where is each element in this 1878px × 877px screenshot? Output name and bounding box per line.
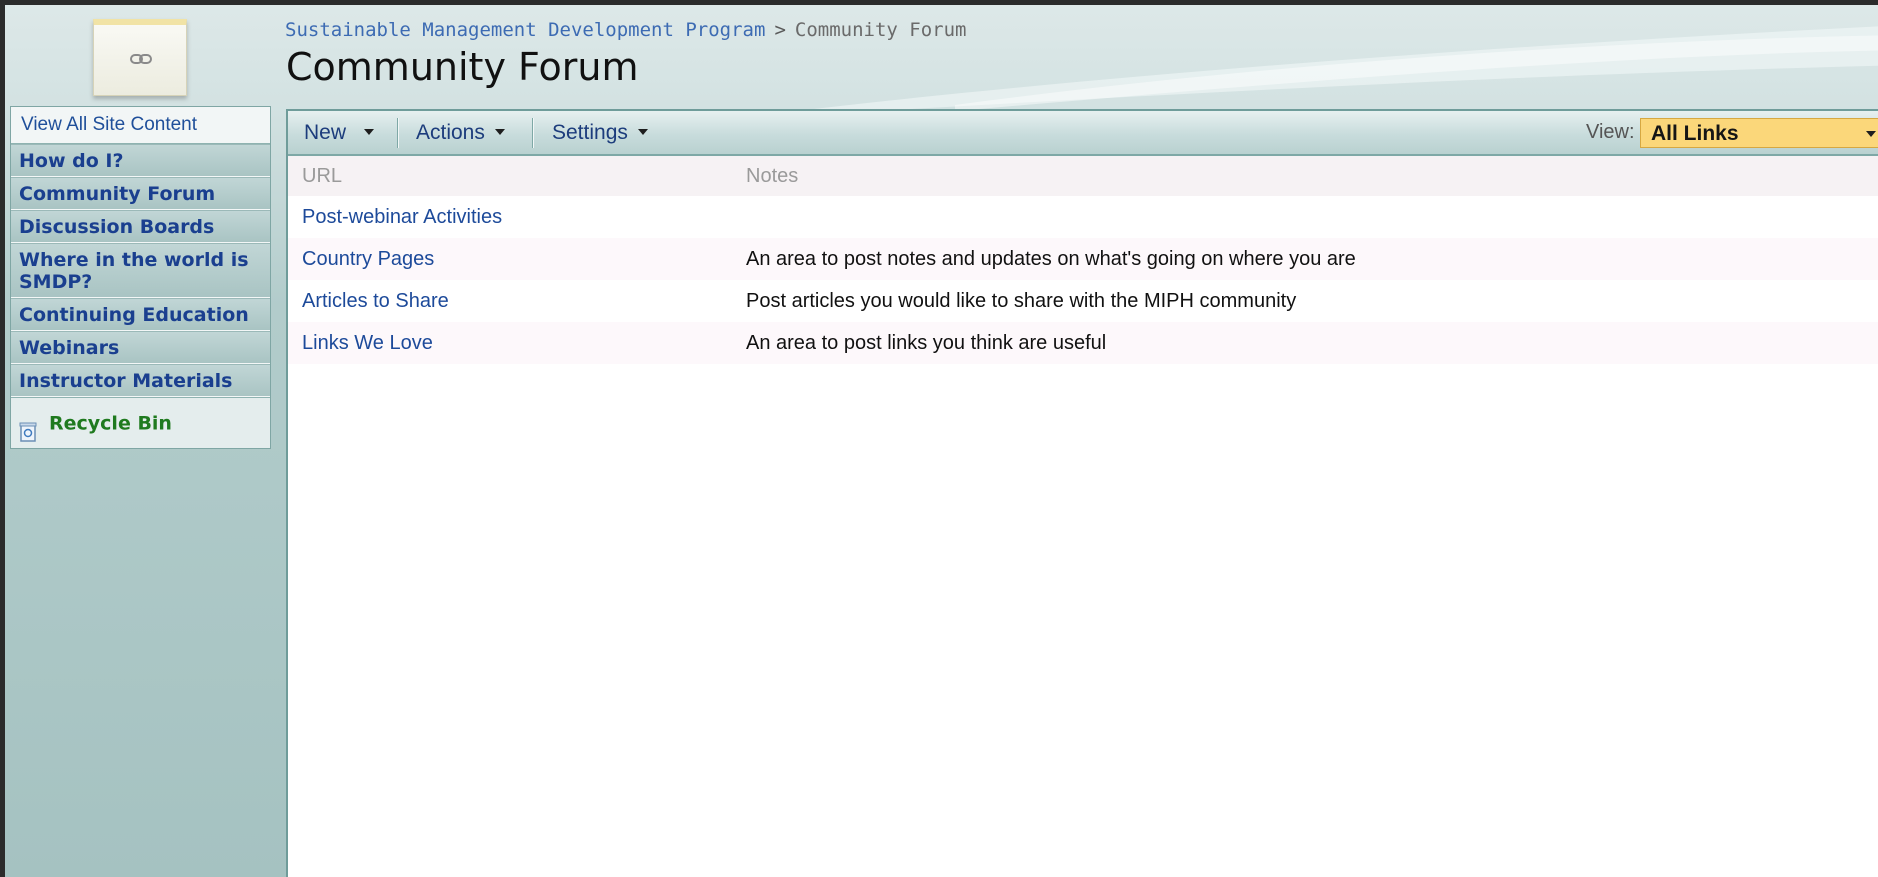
view-label: View: xyxy=(1586,121,1635,143)
chevron-down-icon xyxy=(637,128,648,135)
link-notes-cell: An area to post notes and updates on wha… xyxy=(732,238,1878,280)
quick-launch: View All Site Content How do I? Communit… xyxy=(10,106,271,449)
actions-menu-label: Actions xyxy=(416,121,485,144)
page-title: Community Forum xyxy=(286,45,639,89)
table-row: Links We Love An area to post links you … xyxy=(288,322,1878,364)
link-icon xyxy=(130,50,152,69)
quick-launch-item-instructor-materials[interactable]: Instructor Materials xyxy=(11,364,270,397)
quick-launch-item-community-forum[interactable]: Community Forum xyxy=(11,177,270,210)
column-header-notes[interactable]: Notes xyxy=(732,156,1878,196)
link-notes-cell xyxy=(732,196,1878,238)
chevron-down-icon xyxy=(364,128,375,135)
table-header-row: URL Notes xyxy=(288,156,1878,196)
links-list-table: URL Notes Post-webinar Activities Countr… xyxy=(288,156,1878,364)
link-url-cell[interactable]: Links We Love xyxy=(288,322,732,364)
breadcrumb-current: Community Forum xyxy=(794,19,967,41)
chevron-down-icon xyxy=(1866,131,1876,137)
quick-launch-item-continuing-education[interactable]: Continuing Education xyxy=(11,298,270,331)
breadcrumb-separator: > xyxy=(774,19,786,41)
logo-card xyxy=(93,19,187,96)
link-url-cell[interactable]: Post-webinar Activities xyxy=(288,196,732,238)
link-url-cell[interactable]: Articles to Share xyxy=(288,280,732,322)
sharepoint-page: Sustainable Management Development Progr… xyxy=(5,5,1878,877)
link-url-cell[interactable]: Country Pages xyxy=(288,238,732,280)
recycle-bin-label: Recycle Bin xyxy=(49,412,172,435)
view-all-site-content-link[interactable]: View All Site Content xyxy=(11,107,270,144)
table-row: Post-webinar Activities xyxy=(288,196,1878,238)
link-notes-cell: Post articles you would like to share wi… xyxy=(746,289,1297,312)
new-menu-button[interactable]: New xyxy=(304,111,375,154)
list-toolbar: New Actions Settings View: All Links xyxy=(288,111,1878,156)
table-row: Country Pages An area to post notes and … xyxy=(288,238,1878,280)
quick-launch-item-how-do-i[interactable]: How do I? xyxy=(11,144,270,177)
quick-launch-item-webinars[interactable]: Webinars xyxy=(11,331,270,364)
table-row: Articles to Share Post articles you woul… xyxy=(288,280,1878,322)
site-logo[interactable] xyxy=(85,13,187,96)
actions-menu-button[interactable]: Actions xyxy=(416,111,505,154)
list-view-panel: New Actions Settings View: All Links URL… xyxy=(286,109,1878,877)
column-header-url[interactable]: URL xyxy=(288,156,732,196)
quick-launch-item-discussion-boards[interactable]: Discussion Boards xyxy=(11,210,270,243)
new-menu-label: New xyxy=(304,121,347,144)
quick-launch-item-where-in-the-world[interactable]: Where in the world is SMDP? xyxy=(11,243,270,298)
link-notes-cell: An area to post links you think are usef… xyxy=(732,322,1878,364)
recycle-bin-link[interactable]: Recycle Bin xyxy=(11,397,270,448)
breadcrumb-site-link[interactable]: Sustainable Management Development Progr… xyxy=(285,19,765,41)
view-selector-dropdown[interactable]: All Links xyxy=(1640,118,1878,148)
chevron-down-icon xyxy=(494,128,505,135)
browser-frame: Sustainable Management Development Progr… xyxy=(0,0,1878,877)
toolbar-divider xyxy=(532,118,534,148)
settings-menu-button[interactable]: Settings xyxy=(552,111,648,154)
view-selector-value: All Links xyxy=(1651,122,1739,145)
toolbar-divider xyxy=(397,118,399,148)
breadcrumb: Sustainable Management Development Progr… xyxy=(285,19,966,41)
recycle-bin-icon xyxy=(19,412,37,442)
settings-menu-label: Settings xyxy=(552,121,628,144)
